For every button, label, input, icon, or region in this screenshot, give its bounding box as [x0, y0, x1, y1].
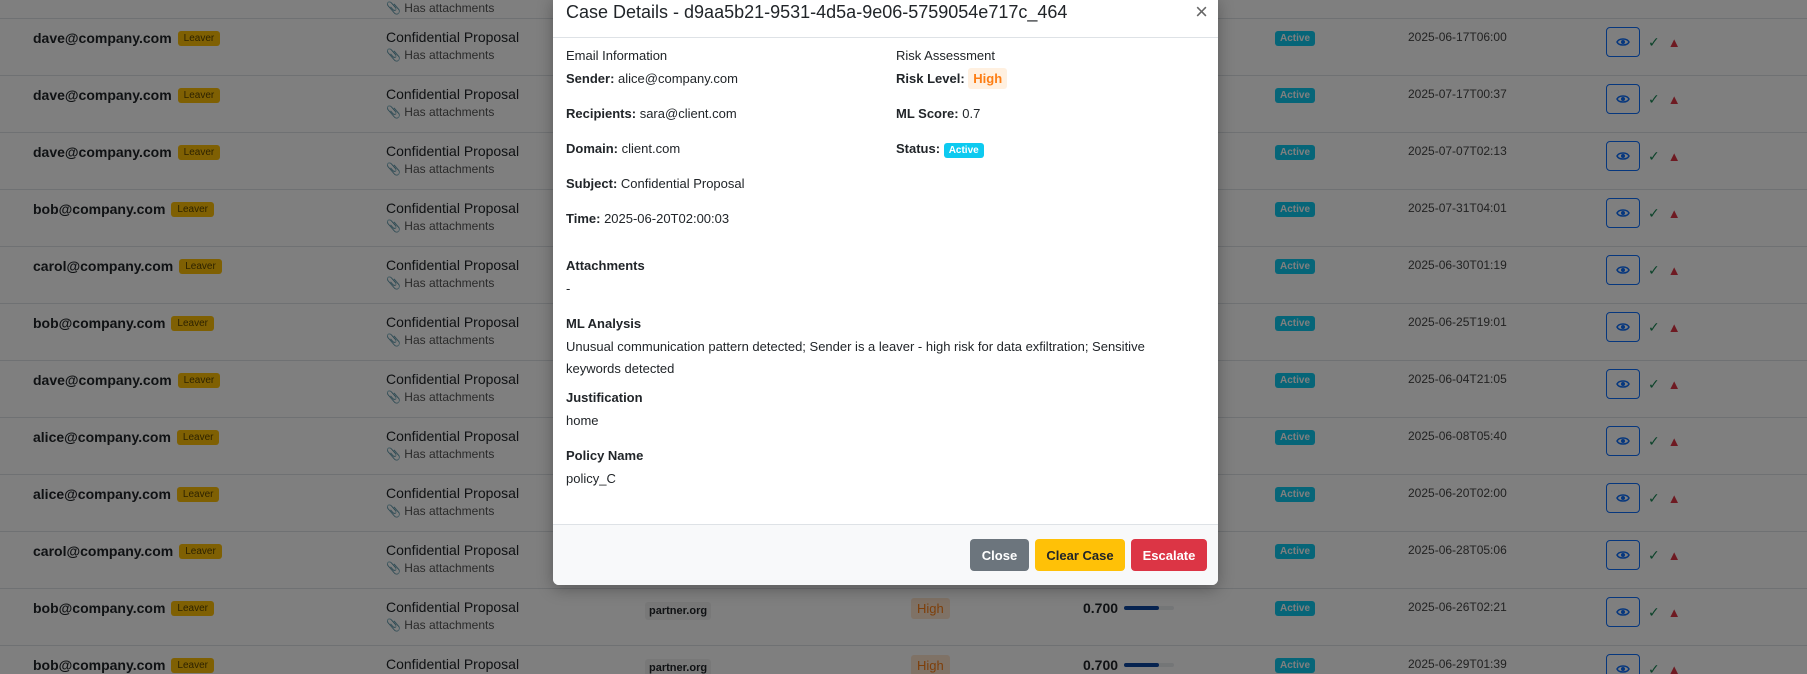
subject-value: Confidential Proposal — [620, 176, 745, 191]
status-field: Status: Active — [896, 141, 984, 158]
ml-score-field: ML Score: 0.7 — [896, 106, 980, 121]
clear-case-button[interactable]: Clear Case — [1035, 539, 1125, 571]
justification-label: Justification — [566, 390, 643, 405]
modal-header: Case Details - d9aa5b21-9531-4d5a-9e06-5… — [553, 0, 1218, 38]
modal-body: Email Information Risk Assessment Sender… — [553, 38, 1218, 524]
policy-name-value: policy_C — [566, 471, 616, 486]
subject-field: Subject: Confidential Proposal — [566, 176, 745, 191]
domain-value: client.com — [621, 141, 681, 156]
policy-name-label: Policy Name — [566, 448, 644, 463]
recipients-field: Recipients: sara@client.com — [566, 106, 737, 121]
risk-level-field: Risk Level: High — [896, 68, 1008, 89]
recipients-value: sara@client.com — [639, 106, 737, 121]
status-badge: Active — [943, 143, 984, 158]
ml-analysis-value: Unusual communication pattern detected; … — [566, 339, 1145, 376]
escalate-button[interactable]: Escalate — [1131, 539, 1207, 571]
attachments-label: Attachments — [566, 258, 645, 273]
sender-field: Sender: alice@company.com — [566, 71, 738, 86]
ml-analysis-label: ML Analysis — [566, 316, 642, 331]
email-info-heading: Email Information — [566, 48, 668, 63]
case-details-modal: Case Details - d9aa5b21-9531-4d5a-9e06-5… — [553, 0, 1218, 585]
status-label: Status: — [896, 141, 941, 156]
sender-value: alice@company.com — [618, 71, 738, 86]
close-button[interactable]: Close — [970, 539, 1029, 571]
attachments-value: - — [566, 281, 571, 296]
close-icon[interactable]: × — [1195, 0, 1208, 25]
time-field: Time: 2025-06-20T02:00:03 — [566, 211, 729, 226]
sender-label: Sender: — [566, 71, 615, 86]
ml-score-label: ML Score: — [896, 106, 959, 121]
subject-label: Subject: — [566, 176, 618, 191]
domain-field: Domain: client.com — [566, 141, 680, 156]
risk-assessment-heading: Risk Assessment — [896, 48, 995, 63]
domain-label: Domain: — [566, 141, 618, 156]
modal-footer: Close Clear Case Escalate — [553, 524, 1218, 585]
modal-title: Case Details - d9aa5b21-9531-4d5a-9e06-5… — [566, 2, 1068, 22]
risk-level-label: Risk Level: — [896, 71, 965, 86]
risk-level-badge: High — [968, 68, 1008, 89]
time-label: Time: — [566, 211, 601, 226]
time-value: 2025-06-20T02:00:03 — [604, 211, 730, 226]
recipients-label: Recipients: — [566, 106, 637, 121]
justification-value: home — [566, 413, 599, 428]
ml-score-value: 0.7 — [962, 106, 981, 121]
